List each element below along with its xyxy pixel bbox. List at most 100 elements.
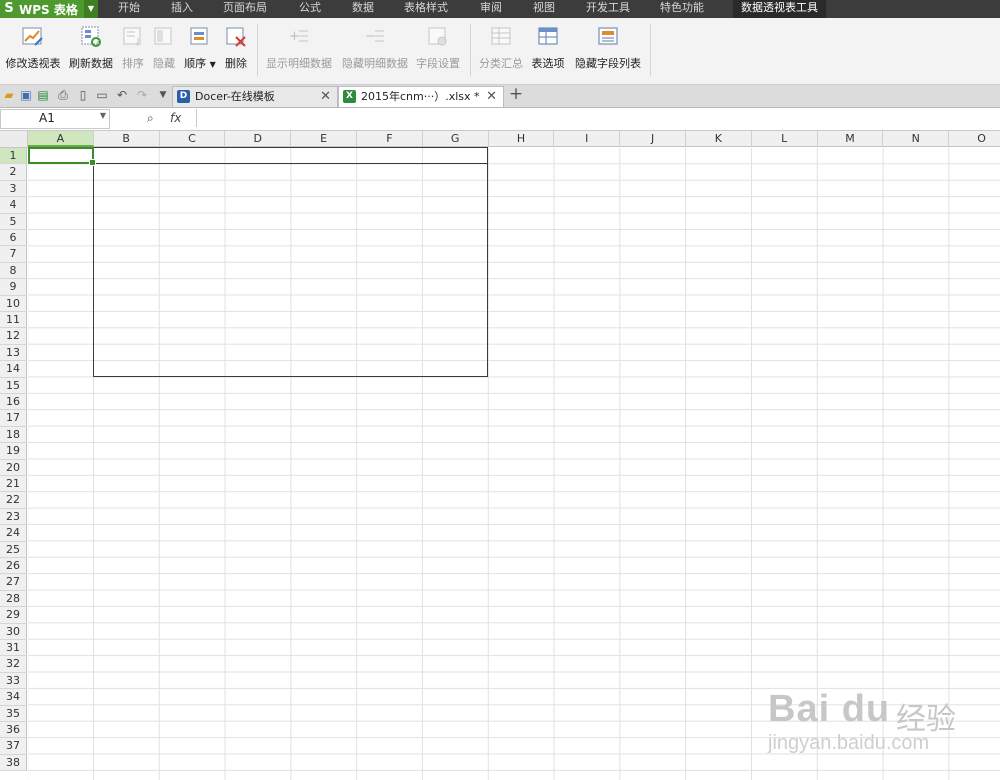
select-all-corner[interactable]	[0, 131, 28, 148]
zoom-icon[interactable]: ⌕	[147, 111, 154, 126]
row-header-23[interactable]: 23	[0, 508, 27, 526]
row-header-33[interactable]: 33	[0, 672, 27, 690]
tab-workbook[interactable]: X 2015年cnm···）.xlsx * ✕	[338, 86, 504, 107]
redo-icon[interactable]: ↷	[135, 88, 149, 102]
column-header-e[interactable]: E	[291, 131, 357, 147]
row-header-30[interactable]: 30	[0, 623, 27, 640]
hide-field-list-button[interactable]: 隐藏字段列表	[572, 24, 644, 71]
row-header-8[interactable]: 8	[0, 262, 27, 280]
row-header-4[interactable]: 4	[0, 197, 27, 214]
menu-home[interactable]: 开始	[118, 0, 140, 18]
chevron-down-icon[interactable]: ▼	[100, 111, 106, 120]
sort-button[interactable]: 排序	[120, 24, 146, 71]
edit-pivot-button[interactable]: 修改透视表	[4, 24, 62, 71]
row-header-19[interactable]: 19	[0, 443, 27, 460]
row-header-32[interactable]: 32	[0, 656, 27, 673]
row-header-25[interactable]: 25	[0, 541, 27, 558]
preview-icon[interactable]: ▭	[95, 88, 109, 102]
row-header-21[interactable]: 21	[0, 476, 27, 493]
close-icon[interactable]: ✕	[486, 87, 497, 107]
row-header-20[interactable]: 20	[0, 459, 27, 476]
hide-detail-button[interactable]: − 隐藏明细数据	[340, 24, 410, 71]
fill-handle[interactable]	[89, 159, 96, 166]
row-header-29[interactable]: 29	[0, 607, 27, 624]
tab-docer[interactable]: D Docer-在线模板 ✕	[172, 86, 338, 107]
row-header-14[interactable]: 14	[0, 361, 27, 378]
column-header-j[interactable]: J	[620, 131, 686, 147]
menu-pivot-tools[interactable]: 数据透视表工具	[733, 0, 826, 20]
new-tab-icon[interactable]: +	[508, 86, 524, 103]
column-header-m[interactable]: M	[817, 131, 884, 147]
row-header-6[interactable]: 6	[0, 230, 27, 247]
menu-formulas[interactable]: 公式	[299, 0, 321, 18]
row-header-28[interactable]: 28	[0, 590, 27, 608]
column-header-g[interactable]: G	[422, 131, 489, 147]
column-header-h[interactable]: H	[488, 131, 555, 147]
subtotal-button[interactable]: 分类汇总	[477, 24, 525, 71]
row-header-38[interactable]: 38	[0, 754, 27, 772]
menu-review[interactable]: 审阅	[480, 0, 502, 18]
row-header-10[interactable]: 10	[0, 295, 27, 312]
show-detail-button[interactable]: + 显示明细数据	[264, 24, 334, 71]
row-header-37[interactable]: 37	[0, 738, 27, 755]
fx-icon[interactable]: fx	[170, 111, 181, 125]
row-header-17[interactable]: 17	[0, 410, 27, 427]
active-cell-a1[interactable]	[28, 147, 96, 166]
formula-input[interactable]	[196, 109, 1000, 127]
column-header-i[interactable]: I	[554, 131, 621, 147]
row-header-18[interactable]: 18	[0, 426, 27, 444]
row-header-26[interactable]: 26	[0, 558, 27, 575]
menu-insert[interactable]: 插入	[171, 0, 193, 18]
menu-view[interactable]: 视图	[533, 0, 555, 18]
row-header-22[interactable]: 22	[0, 492, 27, 509]
hide-button[interactable]: 隐藏	[151, 24, 177, 71]
column-header-f[interactable]: F	[357, 131, 423, 147]
menu-table-style[interactable]: 表格样式	[404, 0, 448, 18]
column-header-n[interactable]: N	[883, 131, 950, 147]
app-menu-dropdown-icon[interactable]: ▼	[84, 0, 98, 18]
row-header-27[interactable]: 27	[0, 574, 27, 591]
row-header-12[interactable]: 12	[0, 328, 27, 345]
close-icon[interactable]: ✕	[320, 87, 331, 107]
name-box[interactable]: A1 ▼	[0, 109, 110, 129]
row-header-1[interactable]: 1	[0, 148, 27, 165]
column-header-a[interactable]: A	[28, 131, 94, 147]
table-options-button[interactable]: 表选项	[529, 24, 567, 71]
row-header-9[interactable]: 9	[0, 279, 27, 296]
menu-page-layout[interactable]: 页面布局	[223, 0, 267, 18]
column-header-d[interactable]: D	[225, 131, 292, 147]
row-header-36[interactable]: 36	[0, 722, 27, 739]
row-header-16[interactable]: 16	[0, 394, 27, 411]
wps-app-button[interactable]: S WPS 表格 ▼	[0, 0, 98, 18]
menu-developer[interactable]: 开发工具	[586, 0, 630, 18]
export-icon[interactable]: ▤	[36, 88, 50, 102]
row-header-31[interactable]: 31	[0, 640, 27, 657]
column-header-o[interactable]: O	[949, 131, 1000, 147]
print-icon[interactable]: ⎙	[56, 88, 70, 102]
print-preview-icon[interactable]: ▯	[76, 88, 90, 102]
column-header-l[interactable]: L	[751, 131, 818, 147]
save-icon[interactable]: ▣	[19, 88, 33, 102]
column-header-b[interactable]: B	[93, 131, 160, 147]
delete-button[interactable]: 删除	[222, 24, 250, 71]
order-button[interactable]: 顺序 ▼	[182, 24, 218, 71]
row-header-24[interactable]: 24	[0, 525, 27, 542]
row-header-2[interactable]: 2	[0, 164, 27, 181]
row-header-11[interactable]: 11	[0, 312, 27, 329]
undo-icon[interactable]: ↶	[115, 88, 129, 102]
row-header-13[interactable]: 13	[0, 344, 27, 362]
row-header-34[interactable]: 34	[0, 689, 27, 706]
customize-dropdown-icon[interactable]: ▼	[156, 88, 170, 102]
row-header-35[interactable]: 35	[0, 705, 27, 722]
open-folder-icon[interactable]: ▰	[2, 88, 16, 102]
column-header-k[interactable]: K	[686, 131, 752, 147]
menu-data[interactable]: 数据	[352, 0, 374, 18]
field-settings-button[interactable]: 字段设置	[414, 24, 462, 71]
row-header-3[interactable]: 3	[0, 180, 27, 198]
row-header-5[interactable]: 5	[0, 213, 27, 230]
row-header-15[interactable]: 15	[0, 377, 27, 394]
row-header-7[interactable]: 7	[0, 246, 27, 263]
column-header-c[interactable]: C	[159, 131, 226, 147]
refresh-data-button[interactable]: 刷新数据	[67, 24, 115, 71]
menu-special[interactable]: 特色功能	[660, 0, 704, 18]
